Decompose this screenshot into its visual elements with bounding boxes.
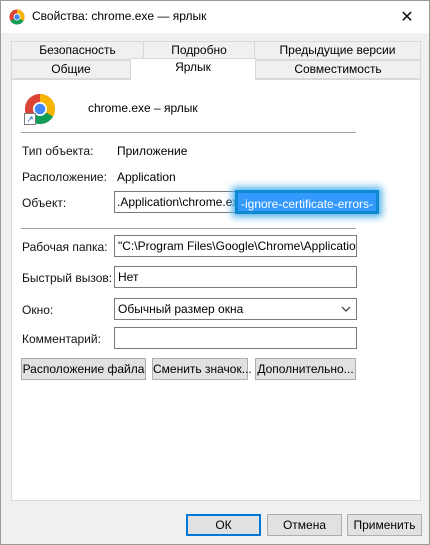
target-input-selection: -ignore-certificate-errors- xyxy=(235,190,380,214)
properties-dialog: Свойства: chrome.exe — ярлык ✕ Безопасно… xyxy=(0,0,430,545)
tab-general[interactable]: Общие xyxy=(11,60,131,79)
location-value: Application xyxy=(117,170,176,184)
close-button[interactable]: ✕ xyxy=(385,1,429,33)
workdir-input[interactable]: "C:\Program Files\Google\Chrome\Applicat… xyxy=(114,235,357,257)
chrome-icon xyxy=(9,9,25,25)
target-input[interactable]: .Application\chrome.exe -ignore-certific… xyxy=(114,190,380,214)
window-title: Свойства: chrome.exe — ярлык xyxy=(32,9,207,23)
window-mode-label: Окно: xyxy=(22,303,54,317)
change-icon-button[interactable]: Сменить значок... xyxy=(152,358,252,380)
tab-panel-shortcut xyxy=(11,79,421,501)
comment-input[interactable] xyxy=(114,327,357,349)
apply-button[interactable]: Применить xyxy=(347,514,422,536)
window-mode-select[interactable]: Обычный размер окна xyxy=(114,298,357,320)
divider xyxy=(21,132,356,133)
comment-label: Комментарий: xyxy=(22,332,101,346)
target-input-text: .Application\chrome.exe xyxy=(117,195,246,209)
tab-compatibility[interactable]: Совместимость xyxy=(255,60,421,79)
cancel-button[interactable]: Отмена xyxy=(267,514,342,536)
tab-previous-versions[interactable]: Предыдущие версии xyxy=(254,41,421,60)
title-bar: Свойства: chrome.exe — ярлык ✕ xyxy=(1,1,429,33)
workdir-label: Рабочая папка: xyxy=(22,240,108,254)
target-label: Объект: xyxy=(22,196,67,210)
open-file-location-button[interactable]: Расположение файла xyxy=(21,358,146,380)
type-value: Приложение xyxy=(117,144,188,158)
advanced-button[interactable]: Дополнительно... xyxy=(255,358,356,380)
type-label: Тип объекта: xyxy=(22,144,94,158)
close-icon: ✕ xyxy=(400,9,414,26)
shortcut-arrow-icon: ↗ xyxy=(24,113,36,125)
location-label: Расположение: xyxy=(22,170,107,184)
chrome-icon: ↗ xyxy=(24,93,56,125)
window-mode-value: Обычный размер окна xyxy=(118,302,244,316)
ok-button[interactable]: ОК xyxy=(186,514,261,536)
divider xyxy=(21,228,356,229)
shortcut-name: chrome.exe – ярлык xyxy=(88,101,198,115)
hotkey-label: Быстрый вызов: xyxy=(22,271,113,285)
tab-security[interactable]: Безопасность xyxy=(11,41,144,60)
tab-shortcut[interactable]: Ярлык xyxy=(130,58,256,80)
hotkey-input[interactable]: Нет xyxy=(114,266,357,288)
chevron-down-icon xyxy=(341,299,351,319)
